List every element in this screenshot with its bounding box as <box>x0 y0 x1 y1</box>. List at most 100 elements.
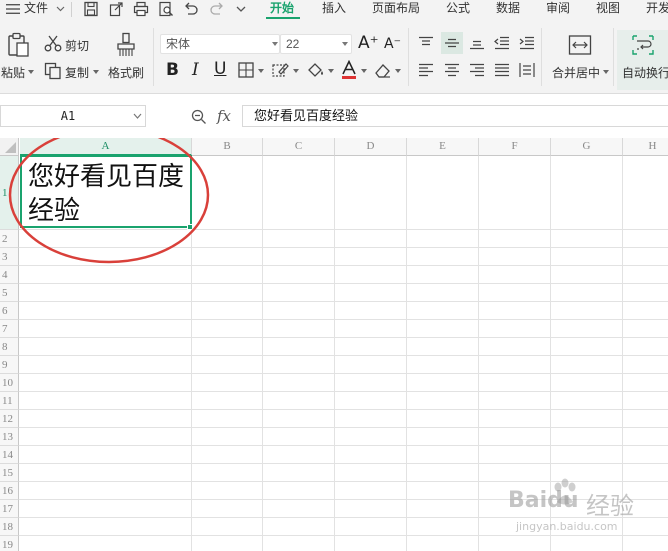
fill-color-icon[interactable] <box>306 61 326 79</box>
save-icon[interactable] <box>83 1 99 17</box>
wrap-text-button[interactable]: 自动换行 <box>622 64 668 81</box>
column-header-e[interactable]: E <box>407 138 479 156</box>
format-painter-icon[interactable] <box>115 32 137 58</box>
print-icon[interactable] <box>133 1 149 17</box>
eraser-icon[interactable] <box>374 62 392 78</box>
row-header-4[interactable]: 4 <box>0 266 19 284</box>
chevron-down-icon[interactable] <box>342 42 348 46</box>
row-header-11[interactable]: 11 <box>0 392 19 410</box>
justify-icon[interactable] <box>494 63 510 77</box>
row-header-19[interactable]: 19 <box>0 536 19 551</box>
row-header-12[interactable]: 12 <box>0 410 19 428</box>
paste-icon[interactable] <box>6 32 30 58</box>
row-header-3[interactable]: 3 <box>0 248 19 266</box>
decrease-indent-icon[interactable] <box>494 36 510 50</box>
row-header-15[interactable]: 15 <box>0 464 19 482</box>
increase-font-size-button[interactable]: A⁺ <box>358 35 379 52</box>
column-header-b[interactable]: B <box>192 138 263 156</box>
chevron-down-icon[interactable] <box>133 113 142 120</box>
font-color-dropdown-icon[interactable] <box>361 69 367 73</box>
increase-indent-icon[interactable] <box>519 36 535 50</box>
clear-dropdown-icon[interactable] <box>395 69 401 73</box>
tab-insert[interactable]: 插入 <box>322 0 346 20</box>
column-header-f[interactable]: F <box>479 138 551 156</box>
format-painter-button[interactable]: 格式刷 <box>108 64 144 81</box>
row-header-2[interactable]: 2 <box>0 230 19 248</box>
align-left-icon[interactable] <box>418 63 434 77</box>
redo-icon[interactable] <box>209 1 225 17</box>
fill-color-dropdown-icon[interactable] <box>328 69 334 73</box>
undo-icon[interactable] <box>183 1 199 17</box>
scissors-icon[interactable] <box>44 35 62 53</box>
tab-data[interactable]: 数据 <box>496 0 520 20</box>
ribbon-toolbar: 粘贴 剪切 复制 格式刷 宋体 22 A⁺ A⁻ B I U 合并居中 自动换行 <box>0 20 668 94</box>
tab-review[interactable]: 审阅 <box>546 0 570 20</box>
row-header-7[interactable]: 7 <box>0 320 19 338</box>
align-middle-icon[interactable] <box>444 36 460 50</box>
export-icon[interactable] <box>108 1 124 17</box>
print-preview-icon[interactable] <box>158 1 174 17</box>
formula-input[interactable]: 您好看见百度经验 <box>242 105 668 127</box>
row-header-9[interactable]: 9 <box>0 356 19 374</box>
cell-style-dropdown-icon[interactable] <box>293 69 299 73</box>
borders-icon[interactable] <box>238 62 254 78</box>
align-top-icon[interactable] <box>418 36 434 50</box>
paste-button[interactable]: 粘贴 <box>1 64 25 81</box>
font-name-select[interactable]: 宋体 <box>160 34 280 54</box>
merge-center-icon[interactable] <box>568 34 592 56</box>
italic-button[interactable]: I <box>192 62 199 79</box>
align-center-icon[interactable] <box>444 63 460 77</box>
merge-center-button[interactable]: 合并居中 <box>552 64 600 81</box>
fill-handle[interactable] <box>187 224 193 230</box>
row-header-17[interactable]: 17 <box>0 500 19 518</box>
cell-style-icon[interactable] <box>272 62 290 78</box>
merge-center-dropdown-icon[interactable] <box>603 70 609 74</box>
row-header-8[interactable]: 8 <box>0 338 19 356</box>
underline-button[interactable]: U <box>214 61 226 78</box>
copy-button[interactable]: 复制 <box>65 64 89 81</box>
tab-developer[interactable]: 开发 <box>646 0 668 20</box>
row-header-13[interactable]: 13 <box>0 428 19 446</box>
align-right-icon[interactable] <box>469 63 485 77</box>
row-header-6[interactable]: 6 <box>0 302 19 320</box>
copy-icon[interactable] <box>44 62 62 80</box>
file-menu[interactable]: 文件 <box>24 0 48 20</box>
hamburger-menu-icon[interactable] <box>6 3 20 15</box>
row-header-14[interactable]: 14 <box>0 446 19 464</box>
column-header-g[interactable]: G <box>551 138 623 156</box>
column-header-d[interactable]: D <box>335 138 407 156</box>
row-header-16[interactable]: 16 <box>0 482 19 500</box>
distributed-align-icon[interactable] <box>519 62 535 78</box>
tab-page-layout[interactable]: 页面布局 <box>372 0 420 20</box>
select-all-corner[interactable] <box>0 138 19 156</box>
row-header-10[interactable]: 10 <box>0 374 19 392</box>
copy-dropdown-icon[interactable] <box>93 70 99 74</box>
align-bottom-icon[interactable] <box>469 36 485 50</box>
row-header-1[interactable]: 1 <box>0 156 19 230</box>
row-header-5[interactable]: 5 <box>0 284 19 302</box>
fx-label[interactable]: fx <box>217 107 231 125</box>
dropdown-icon[interactable] <box>235 3 247 15</box>
grid-line <box>19 391 668 392</box>
chevron-down-icon[interactable] <box>272 42 278 46</box>
column-header-h[interactable]: H <box>623 138 668 156</box>
grid-line <box>19 445 668 446</box>
name-box[interactable]: A1 <box>0 105 146 127</box>
tab-view[interactable]: 视图 <box>596 0 620 20</box>
borders-dropdown-icon[interactable] <box>258 69 264 73</box>
wrap-text-icon[interactable] <box>631 34 655 56</box>
bold-button[interactable]: B <box>166 62 179 79</box>
tab-formulas[interactable]: 公式 <box>446 0 470 20</box>
cell-a1[interactable]: 您好看见百度经验 <box>20 155 192 228</box>
column-header-a[interactable]: A <box>20 138 192 156</box>
cut-button[interactable]: 剪切 <box>65 37 89 54</box>
font-color-icon[interactable] <box>340 60 358 80</box>
chevron-down-icon[interactable] <box>56 4 65 13</box>
grid-line <box>19 283 668 284</box>
decrease-font-size-button[interactable]: A⁻ <box>384 37 401 51</box>
grid-line <box>19 229 668 230</box>
row-header-18[interactable]: 18 <box>0 518 19 536</box>
zoom-icon[interactable] <box>191 109 207 125</box>
paste-dropdown-icon[interactable] <box>28 70 34 74</box>
column-header-c[interactable]: C <box>263 138 335 156</box>
